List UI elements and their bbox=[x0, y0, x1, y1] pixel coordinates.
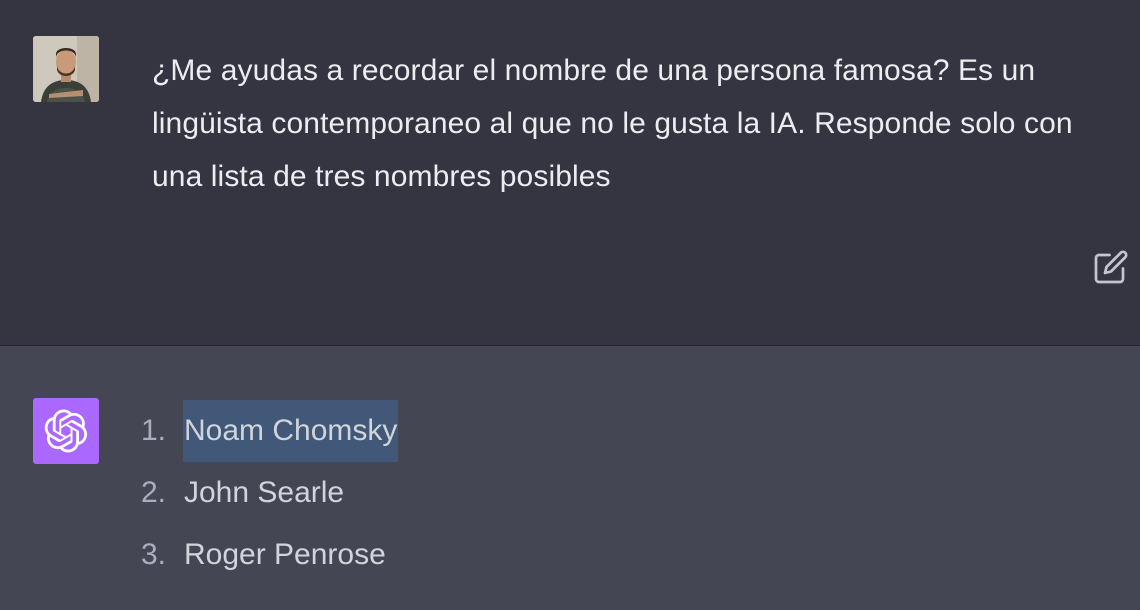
list-item: 1. Noam Chomsky bbox=[118, 400, 399, 462]
chatgpt-logo-icon bbox=[44, 409, 88, 453]
list-item: 3. Roger Penrose bbox=[118, 524, 398, 586]
list-number: 3. bbox=[140, 538, 166, 571]
list-item-text-selected[interactable]: Noam Chomsky bbox=[183, 400, 399, 462]
assistant-message-row: 1. Noam Chomsky 2. John Searle 3. Roger … bbox=[0, 346, 1140, 610]
edit-icon bbox=[1094, 250, 1128, 284]
list-number: 1. bbox=[140, 414, 166, 447]
user-message-text: ¿Me ayudas a recordar el nombre de una p… bbox=[152, 54, 1073, 193]
answer-list: 1. Noam Chomsky 2. John Searle 3. Roger … bbox=[118, 400, 399, 586]
list-item-text: Roger Penrose bbox=[184, 538, 386, 571]
list-item-text: John Searle bbox=[184, 476, 345, 509]
list-item: 2. John Searle bbox=[118, 462, 398, 524]
assistant-avatar bbox=[33, 398, 99, 464]
list-number: 2. bbox=[140, 476, 166, 509]
user-avatar bbox=[33, 36, 99, 102]
edit-message-button[interactable] bbox=[1093, 249, 1129, 285]
user-message-row: ¿Me ayudas a recordar el nombre de una p… bbox=[0, 0, 1140, 346]
